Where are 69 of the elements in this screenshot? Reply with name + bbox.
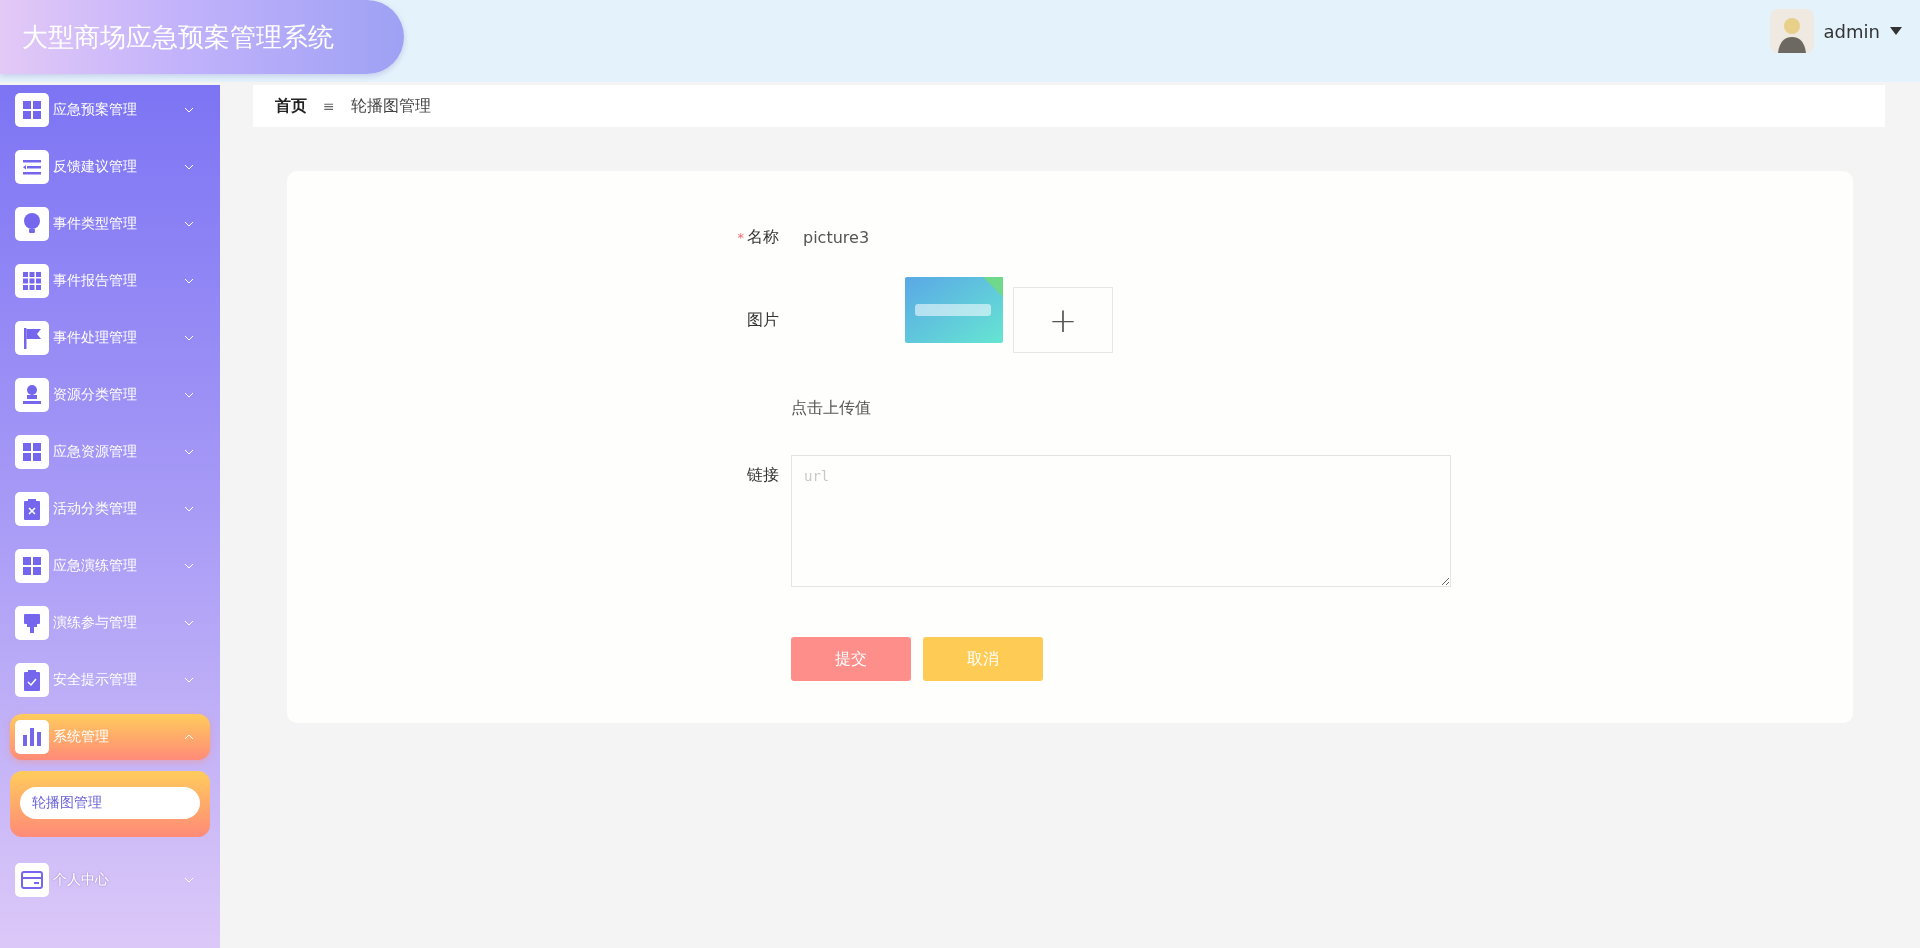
menu-label: 演练参与管理 [53,614,138,632]
submenu-item[interactable]: 轮播图管理 [20,787,200,819]
menu-label: 事件处理管理 [53,329,138,347]
chevron-icon [184,620,194,626]
menu-label: 活动分类管理 [53,500,138,518]
menu-label: 个人中心 [53,871,110,889]
chevron-icon [184,877,194,883]
menu-label: 应急演练管理 [53,557,138,575]
breadcrumb-item[interactable]: 首页 [275,95,307,117]
chevron-icon [184,107,194,113]
chevron-icon [184,506,194,512]
sidebar-item[interactable]: 演练参与管理 [10,600,210,646]
chevron-icon [184,563,194,569]
field-label: 链接 [747,465,779,486]
app-title: 大型商场应急预案管理系统 [22,20,334,54]
chevron-icon [184,392,194,398]
breadcrumb-item: 轮播图管理 [350,95,431,117]
upload-hint: 点击上传值 [791,398,871,419]
chevron-icon [184,278,194,284]
menu-label: 资源分类管理 [53,386,138,404]
chevron-icon [184,335,194,341]
sidebar-item[interactable]: 反馈建议管理 [10,144,210,190]
field-label: 名称 [747,226,779,248]
flag-icon [15,321,49,355]
menu-label: 系统管理 [53,728,110,746]
sidebar-item[interactable]: 个人中心 [10,857,210,903]
sidebar-item[interactable]: 事件类型管理 [10,201,210,247]
stamp-icon [15,378,49,412]
sidebar-item[interactable]: 活动分类管理 [10,486,210,532]
sidebar-item[interactable]: 系统管理 [10,714,210,760]
menu-label: 应急资源管理 [53,443,138,461]
upload-button[interactable]: + [1013,287,1113,353]
required-mark: * [737,229,744,245]
caret-icon[interactable] [1890,27,1902,35]
list-icon [15,150,49,184]
menu-label: 事件类型管理 [53,215,138,233]
menu-label: 反馈建议管理 [53,158,138,176]
clipboard-icon [15,492,49,526]
user-name[interactable]: admin [1823,20,1880,42]
sidebar-item[interactable]: 应急资源管理 [10,429,210,475]
field-label: 图片 [747,309,779,331]
grid-icon [15,93,49,127]
card-icon [15,863,49,897]
menu-label: 事件报告管理 [53,272,138,290]
cancel-button[interactable]: 取消 [923,637,1043,681]
sidebar-item[interactable]: 事件报告管理 [10,258,210,304]
sidebar-item[interactable]: 安全提示管理 [10,657,210,703]
submit-button[interactable]: 提交 [791,637,911,681]
sidebar-item[interactable]: 应急预案管理 [10,87,210,133]
brush-icon [15,606,49,640]
bar-chart-icon [15,720,49,754]
sidebar-item[interactable]: 应急演练管理 [10,543,210,589]
grid-icon [15,435,49,469]
sidebar-item[interactable]: 事件处理管理 [10,315,210,361]
name-value: picture3 [803,227,870,247]
grid-icon [15,549,49,583]
chevron-icon [184,677,194,683]
menu-label: 应急预案管理 [53,101,138,119]
avatar-icon[interactable] [1769,9,1814,53]
bulb-icon [15,207,49,241]
chevron-icon [184,449,194,455]
chevron-icon [184,221,194,227]
grid-icon [15,264,49,298]
sidebar-item[interactable]: 资源分类管理 [10,372,210,418]
menu-label: 安全提示管理 [53,671,138,689]
chevron-icon [184,734,194,740]
clipboard-check-icon [15,663,49,697]
chevron-icon [184,164,194,170]
breadcrumb-separator: ≡ [323,98,335,114]
